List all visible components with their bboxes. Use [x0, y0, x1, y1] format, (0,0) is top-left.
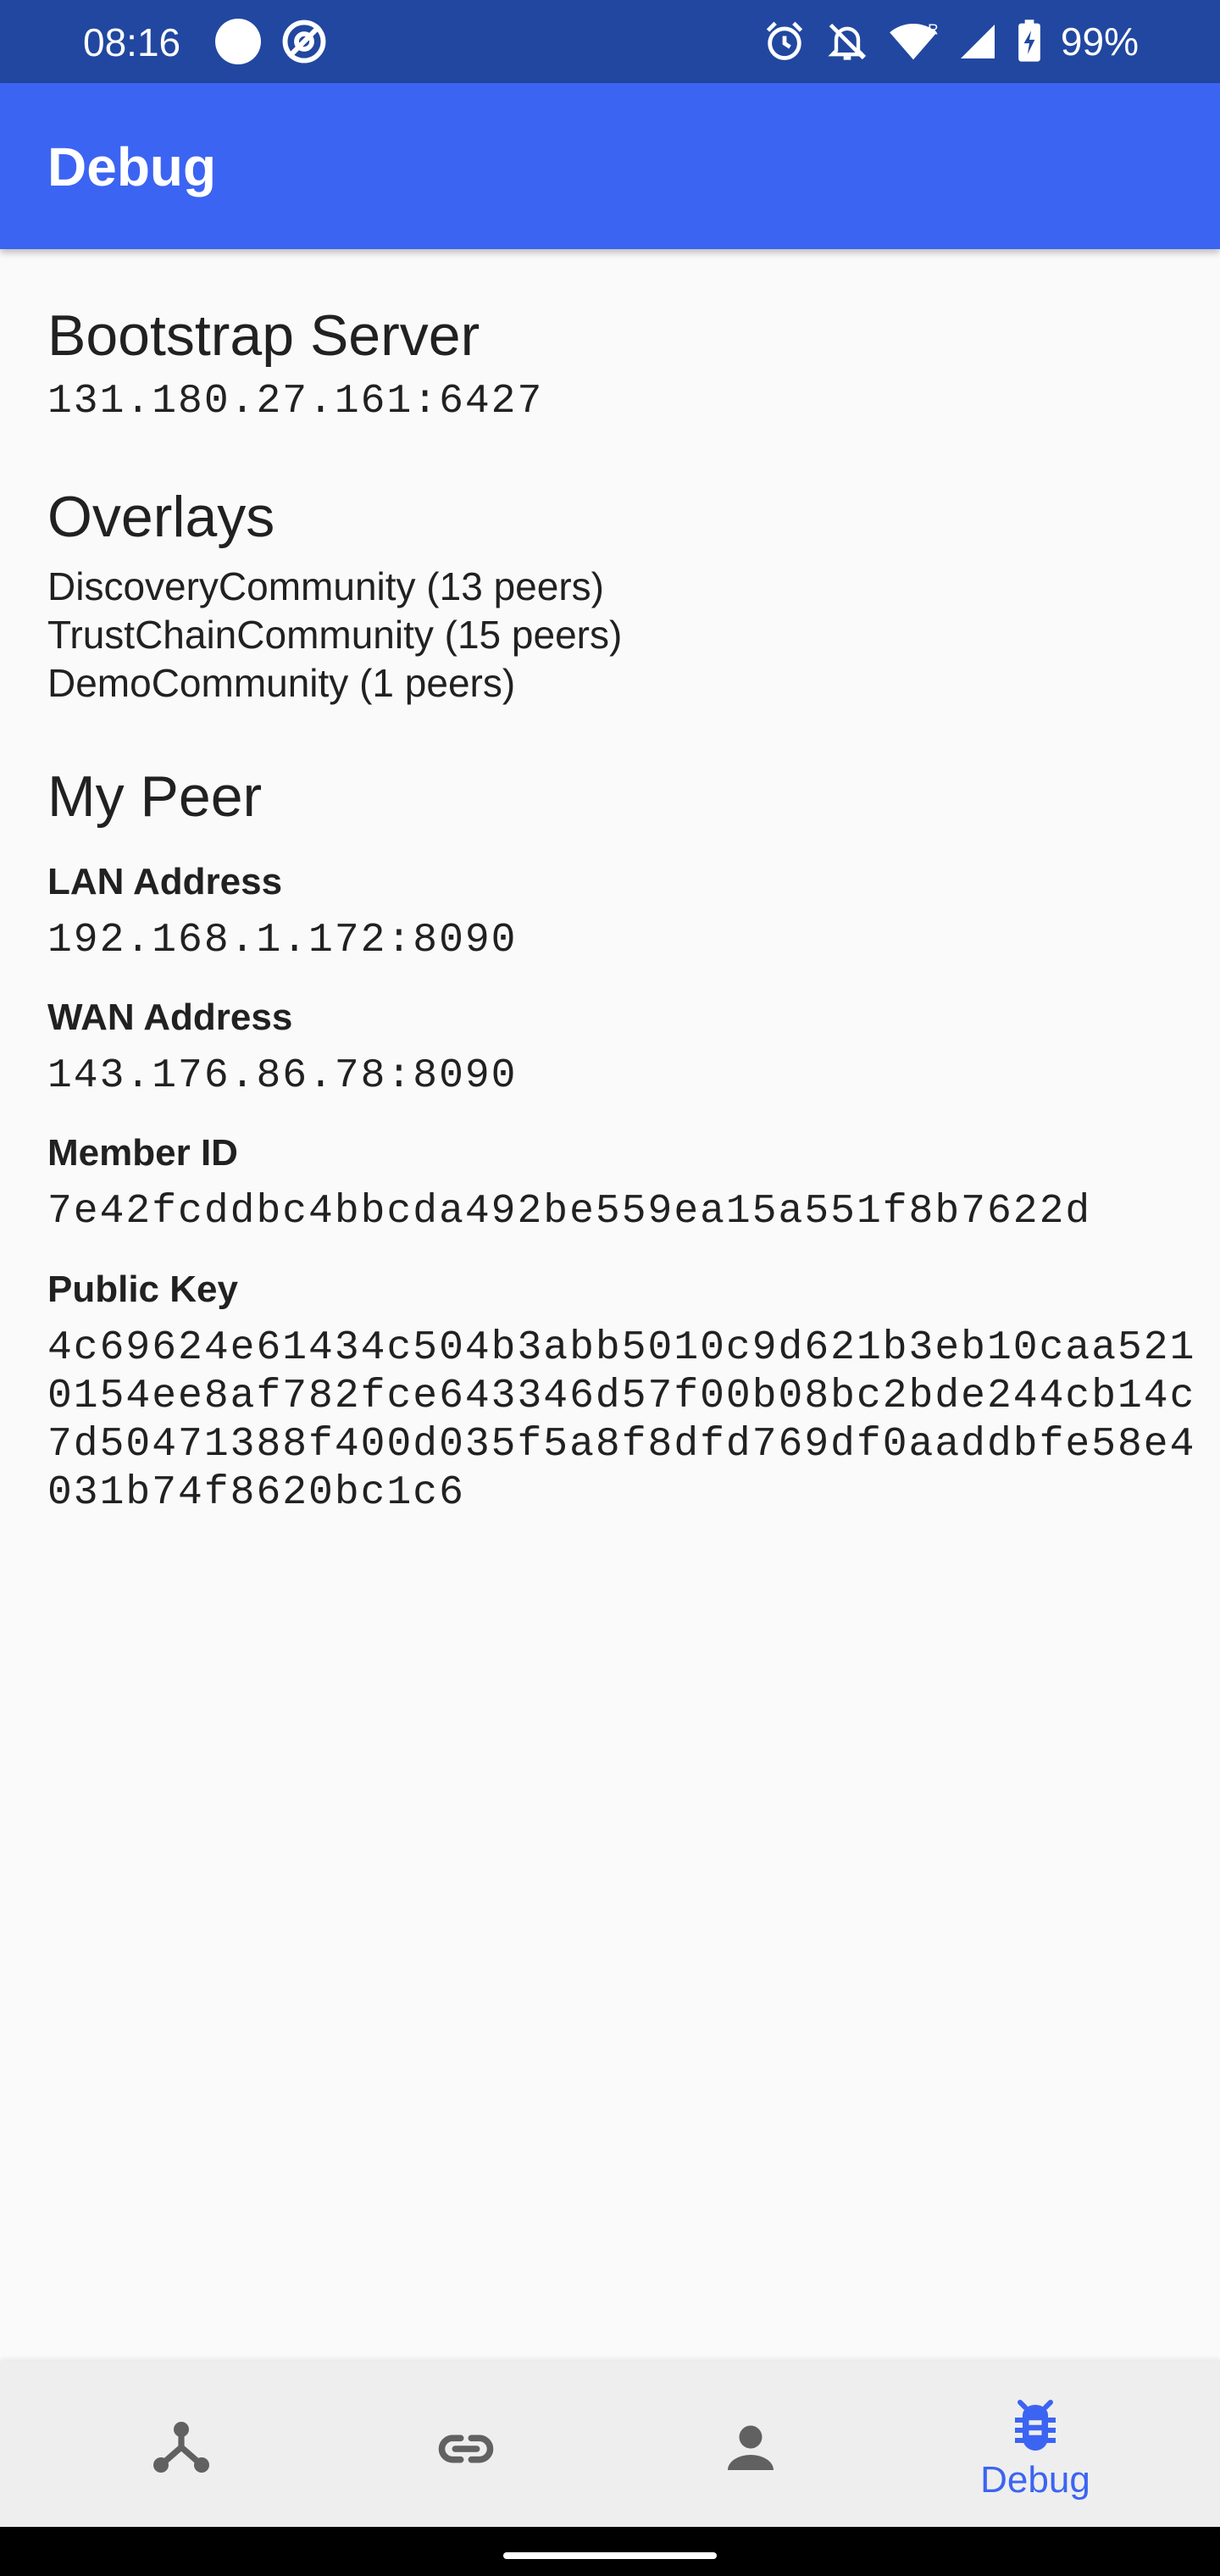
network-icon	[153, 2422, 209, 2473]
wifi-icon: R	[888, 19, 939, 64]
notifications-off-icon	[825, 19, 869, 64]
link-icon	[438, 2434, 494, 2463]
status-time: 08:16	[83, 20, 181, 64]
nav-item-profile[interactable]	[608, 2361, 893, 2527]
bottom-navigation: Debug	[0, 2361, 1220, 2527]
member-id-value: 7e42fcddbc4bbcda492be559ea15a551f8b7622d	[47, 1189, 1092, 1235]
wan-address-label: WAN Address	[47, 997, 293, 1038]
overlay-item: TrustChainCommunity (15 peers)	[47, 613, 623, 657]
status-bar: 08:16 R 99%	[0, 0, 1220, 83]
app-bar: Debug	[0, 83, 1220, 249]
public-key-label: Public Key	[47, 1269, 238, 1310]
bootstrap-server-heading: Bootstrap Server	[47, 303, 480, 368]
nav-item-debug[interactable]: Debug	[893, 2361, 1178, 2527]
my-peer-heading: My Peer	[47, 764, 263, 829]
bootstrap-server-address: 131.180.27.161:6427	[47, 379, 544, 425]
nav-item-network[interactable]	[39, 2361, 324, 2527]
public-key-value: 4c69624e61434c504b3abb5010c9d621b3eb10ca…	[47, 1325, 1196, 1516]
lan-address-label: LAN Address	[47, 861, 283, 902]
member-id-label: Member ID	[47, 1132, 238, 1174]
bug-icon	[1015, 2400, 1056, 2451]
nav-item-link[interactable]	[324, 2361, 608, 2527]
notification-dot-icon	[215, 19, 261, 64]
overlay-item: DiscoveryCommunity (13 peers)	[47, 564, 604, 608]
alarm-icon	[762, 19, 807, 64]
battery-percentage: 99%	[1060, 19, 1139, 64]
person-icon	[728, 2425, 774, 2470]
system-navigation-bar	[0, 2527, 1220, 2576]
signal-icon	[957, 19, 998, 64]
wan-address-value: 143.176.86.78:8090	[47, 1053, 518, 1099]
status-icons: R 99%	[762, 15, 1139, 68]
roaming-indicator: R	[928, 20, 938, 37]
at-sign-icon	[281, 19, 327, 64]
overlay-item: DemoCommunity (1 peers)	[47, 661, 516, 705]
nav-label-debug: Debug	[980, 2459, 1090, 2501]
battery-charging-icon	[1017, 19, 1042, 64]
page-title: Debug	[47, 136, 217, 197]
lan-address-value: 192.168.1.172:8090	[47, 918, 518, 963]
home-handle[interactable]	[503, 2552, 717, 2559]
overlays-heading: Overlays	[47, 485, 275, 549]
